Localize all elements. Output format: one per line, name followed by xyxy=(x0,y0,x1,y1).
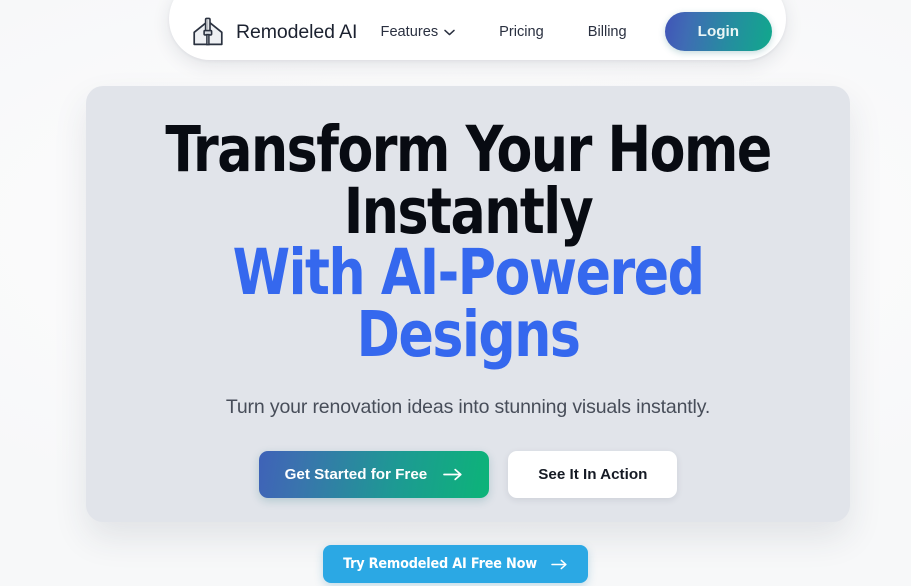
get-started-button[interactable]: Get Started for Free xyxy=(258,450,490,498)
nav-item-features-label: Features xyxy=(380,23,439,40)
try-free-now-button[interactable]: Try Remodeled AI Free Now xyxy=(323,545,588,583)
try-free-now-button-label: Try Remodeled AI Free Now xyxy=(343,556,537,572)
brand[interactable]: Remodeled AI xyxy=(191,15,357,49)
login-button[interactable]: Login xyxy=(664,12,772,51)
page-title: Transform Your Home Instantly With AI-Po… xyxy=(165,113,772,372)
headline-line-2: Instantly xyxy=(343,174,594,248)
nav-item-pricing-label: Pricing xyxy=(499,23,544,40)
nav-links: Features Pricing Billing Login xyxy=(359,12,772,51)
headline-line-3: With AI-Powered xyxy=(232,236,705,310)
chevron-down-icon xyxy=(444,29,455,36)
house-paintbrush-icon xyxy=(193,17,223,46)
see-it-in-action-button[interactable]: See It In Action xyxy=(508,450,678,498)
hero-cta-row: Get Started for Free See It In Action xyxy=(258,450,678,498)
arrow-right-icon xyxy=(551,559,567,569)
headline-line-1: Transform Your Home xyxy=(165,113,772,186)
brand-name: Remodeled AI xyxy=(236,20,358,43)
bottom-cta-area: Try Remodeled AI Free Now xyxy=(0,545,911,583)
hero-subtitle: Turn your renovation ideas into stunning… xyxy=(225,395,711,418)
nav-item-billing[interactable]: Billing xyxy=(566,16,649,48)
headline-line-4: Designs xyxy=(356,298,581,372)
get-started-button-label: Get Started for Free xyxy=(284,465,428,483)
arrow-right-icon xyxy=(443,468,462,481)
nav-item-pricing[interactable]: Pricing xyxy=(477,16,566,48)
navbar: Remodeled AI Features Pricing Billing Lo… xyxy=(169,0,786,60)
nav-item-features[interactable]: Features xyxy=(359,16,478,48)
nav-item-billing-label: Billing xyxy=(587,23,627,40)
hero-card: Transform Your Home Instantly With AI-Po… xyxy=(86,86,850,522)
